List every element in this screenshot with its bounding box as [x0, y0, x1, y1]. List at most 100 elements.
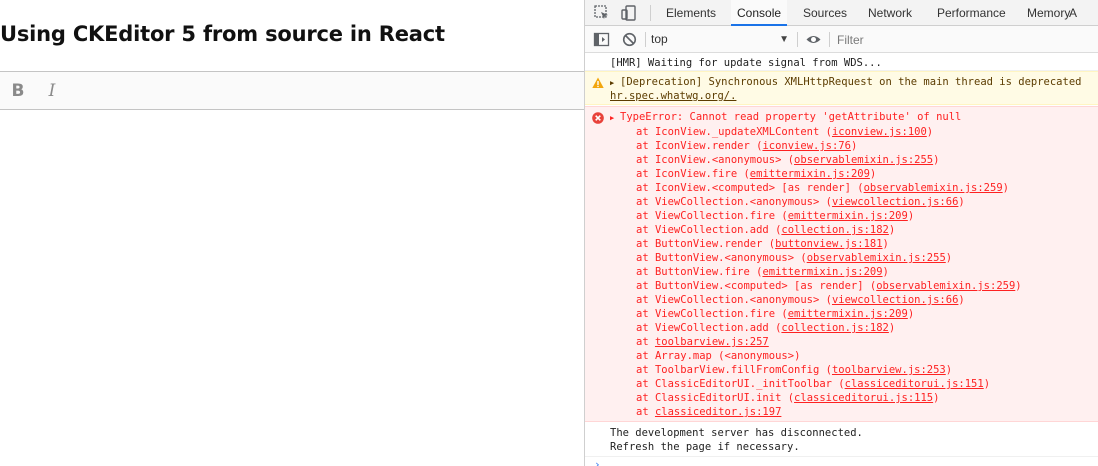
stack-frame-source-link[interactable]: iconview.js:100 [832, 126, 927, 138]
stack-frame-close: ) [1002, 182, 1009, 194]
stack-frame: at Array.map (<anonymous>) [636, 349, 800, 363]
stack-frame-source-link[interactable]: collection.js:182 [781, 224, 888, 236]
console-warning-message: ▶ [Deprecation] Synchronous XMLHttpReque… [585, 71, 1098, 105]
stack-frame-source-link[interactable]: emittermixin.js:209 [762, 266, 882, 278]
stack-frame-function: at IconView.render ( [636, 140, 763, 152]
stack-frame-close: ) [933, 154, 940, 166]
app-pane: Using CKEditor 5 from source in React B … [0, 0, 584, 466]
stack-frame: at ViewCollection.add (collection.js:182… [636, 223, 895, 237]
tab-performance[interactable]: Performance [931, 0, 1012, 26]
stack-frame-function: at Array.map ( [636, 350, 725, 362]
clear-console-icon[interactable] [621, 31, 638, 48]
editor-editable-area[interactable] [0, 110, 584, 466]
console-filter-bar: top ▼ [585, 26, 1098, 53]
stack-frame: at toolbarview.js:257 [636, 335, 769, 349]
console-filter-input[interactable] [837, 31, 1087, 48]
stack-frame-source-link[interactable]: classiceditor.js:197 [655, 406, 781, 418]
stack-frame-close: ) [926, 126, 934, 138]
stack-frame: at ButtonView.<anonymous> (observablemix… [636, 251, 952, 265]
console-log-message: [HMR] Waiting for update signal from WDS… [585, 53, 1098, 71]
page-title: Using CKEditor 5 from source in React [0, 22, 445, 46]
stack-frame-function: at IconView.fire ( [636, 168, 750, 180]
stack-frame: at ButtonView.<computed> [as render] (ob… [636, 279, 1022, 293]
stack-frame: at IconView.<anonymous> (observablemixin… [636, 153, 939, 167]
stack-frame-close: ) [907, 308, 915, 320]
stack-frame-function: at ToolbarView.fillFromConfig ( [636, 364, 832, 376]
stack-frame-source-link[interactable]: emittermixin.js:209 [788, 308, 908, 320]
stack-frame-function: at ButtonView.<anonymous> ( [636, 252, 807, 264]
stack-frame-close: ) [888, 322, 896, 334]
stack-frame-function: at [636, 336, 655, 348]
warning-link[interactable]: hr.spec.whatwg.org/. [610, 90, 736, 102]
sidebar-toggle-icon[interactable] [593, 31, 610, 48]
bold-button[interactable]: B [7, 80, 29, 102]
expand-arrow-icon[interactable]: ▶ [610, 114, 614, 122]
stack-frame: at ToolbarView.fillFromConfig (toolbarvi… [636, 363, 952, 377]
stack-frame-source-link[interactable]: collection.js:182 [781, 322, 888, 334]
filterbar-separator [829, 32, 830, 47]
italic-button[interactable]: I [41, 80, 63, 102]
console-error-message: ▶ TypeError: Cannot read property 'getAt… [585, 106, 1098, 422]
stack-frame-source-link[interactable]: toolbarview.js:257 [655, 336, 769, 348]
stack-frame: at ViewCollection.fire (emittermixin.js:… [636, 209, 914, 223]
stack-frame-close: ) [794, 350, 801, 362]
stack-frame-function: at ButtonView.fire ( [636, 266, 763, 278]
stack-frame-source-link[interactable]: observablemixin.js:255 [807, 252, 946, 264]
stack-frame: at ViewCollection.<anonymous> (viewcolle… [636, 195, 965, 209]
tab-network[interactable]: Network [862, 0, 918, 26]
tab-application[interactable]: A [1063, 0, 1083, 26]
stack-frame-source-link[interactable]: buttonview.js:181 [775, 238, 882, 250]
stack-frame-source-link[interactable]: observablemixin.js:259 [864, 182, 1003, 194]
stack-frame-source-link[interactable]: observablemixin.js:255 [794, 154, 933, 166]
log-text: [HMR] Waiting for update signal from WDS… [610, 57, 882, 69]
stack-frame-close: ) [882, 266, 889, 278]
device-toolbar-icon[interactable] [620, 4, 638, 22]
caret-down-icon: ▼ [779, 34, 789, 45]
stack-frame-source-link[interactable]: classiceditorui.js:115 [794, 392, 933, 404]
stack-frame-source-link[interactable]: emittermixin.js:209 [788, 210, 908, 222]
stack-frame-close: ) [958, 196, 965, 208]
stack-frame-close: ) [850, 140, 858, 152]
info-text-line1: The development server has disconnected. [610, 427, 863, 439]
expand-arrow-icon[interactable]: ▶ [610, 79, 614, 87]
tab-console[interactable]: Console [731, 0, 788, 26]
stack-frame: at ClassicEditorUI._initToolbar (classic… [636, 377, 990, 391]
filterbar-separator [645, 32, 646, 47]
stack-frame-function: at ClassicEditorUI._initToolbar ( [636, 378, 845, 390]
context-selector[interactable]: top ▼ [651, 31, 789, 48]
stack-frame-close: ) [907, 210, 915, 222]
error-header: TypeError: Cannot read property 'getAttr… [620, 111, 962, 123]
editor-toolbar: B I [0, 71, 584, 110]
stack-frame-source-link[interactable]: toolbarview.js:253 [832, 364, 946, 376]
stack-frame-close: ) [945, 252, 953, 264]
stack-frame-source-link: <anonymous> [724, 350, 795, 362]
stack-frame-function: at IconView.<anonymous> ( [636, 154, 795, 166]
stack-frame: at ViewCollection.<anonymous> (viewcolle… [636, 293, 965, 307]
stack-frame-close: ) [869, 168, 877, 180]
stack-frame-source-link[interactable]: observablemixin.js:259 [876, 280, 1015, 292]
stack-frame: at ViewCollection.add (collection.js:182… [636, 321, 895, 335]
stack-frame-source-link[interactable]: iconview.js:76 [762, 140, 851, 152]
tab-sources[interactable]: Sources [797, 0, 853, 26]
console-prompt[interactable]: › [594, 458, 601, 466]
console-messages: [HMR] Waiting for update signal from WDS… [585, 53, 1098, 466]
filterbar-separator [797, 32, 798, 47]
context-selector-value: top [651, 32, 668, 46]
error-icon [592, 112, 604, 124]
stack-frame: at IconView.render (iconview.js:76) [636, 139, 857, 153]
stack-frame: at IconView._updateXMLContent (iconview.… [636, 125, 933, 139]
tab-elements[interactable]: Elements [660, 0, 722, 26]
stack-frame-source-link[interactable]: emittermixin.js:209 [750, 168, 870, 180]
stack-frame-source-link[interactable]: viewcollection.js:66 [832, 294, 958, 306]
stack-frame-close: ) [983, 378, 991, 390]
stack-frame: at ButtonView.fire (emittermixin.js:209) [636, 265, 889, 279]
inspect-element-icon[interactable] [593, 4, 611, 22]
stack-frame-source-link[interactable]: classiceditorui.js:151 [845, 378, 984, 390]
stack-frame-close: ) [882, 238, 889, 250]
stack-frame-function: at IconView._updateXMLContent ( [636, 126, 832, 138]
stack-frame-source-link[interactable]: viewcollection.js:66 [832, 196, 958, 208]
stack-frame: at ClassicEditorUI.init (classiceditorui… [636, 391, 939, 405]
stack-frame-close: ) [888, 224, 896, 236]
eye-icon[interactable] [805, 31, 822, 48]
stack-frame-function: at ViewCollection.add ( [636, 224, 782, 236]
